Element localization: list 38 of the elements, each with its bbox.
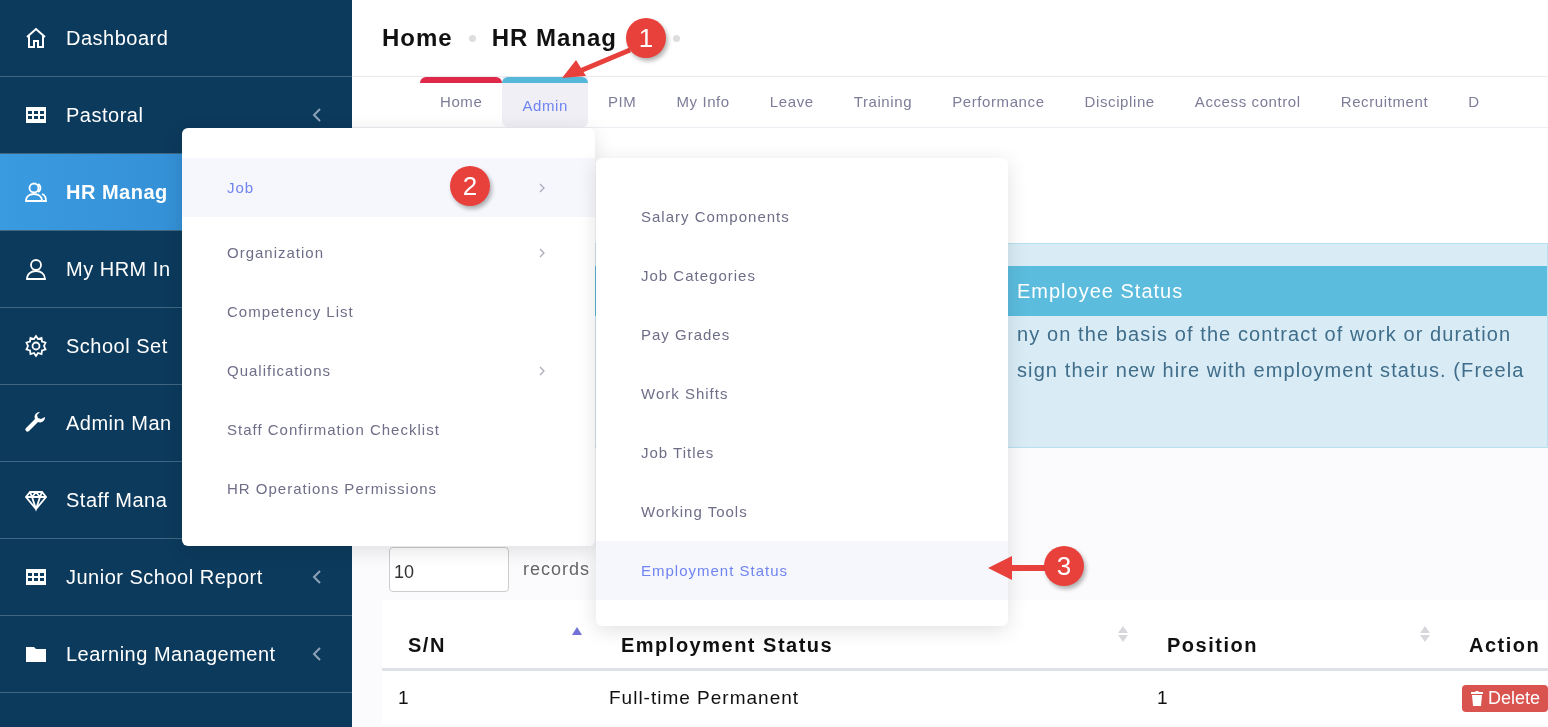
tab[interactable]: Recruitment	[1320, 77, 1449, 127]
tab[interactable]: My Info	[656, 77, 750, 127]
tab[interactable]: Training	[833, 77, 933, 127]
table-cell: Full-time Permanent	[595, 669, 1141, 725]
records-label: records	[523, 559, 591, 581]
sidebar-label: Pastoral	[66, 103, 144, 127]
column-header[interactable]: Position	[1141, 600, 1443, 670]
delete-button[interactable]: Delete	[1462, 684, 1548, 712]
breadcrumb-item[interactable]: HR Manag	[491, 24, 618, 52]
sidebar-label: Staff Mana	[66, 488, 168, 512]
sidebar-label: Dashboard	[66, 26, 169, 50]
tab[interactable]: Access control	[1174, 77, 1321, 127]
sidebar-label: Admin Man	[66, 411, 172, 435]
tab[interactable]: D	[1448, 77, 1500, 127]
tab[interactable]: Home	[420, 77, 503, 127]
tab[interactable]: PIM	[587, 77, 657, 127]
table-cell: 1	[1141, 669, 1443, 725]
sidebar-label: Junior School Report	[66, 565, 263, 589]
table-cell: 1	[382, 669, 595, 725]
records-field[interactable]: 10	[389, 547, 509, 592]
column-header[interactable]: S/N	[382, 600, 595, 670]
tab[interactable]: Leave	[749, 77, 834, 127]
sidebar-label: HR Manag	[66, 180, 168, 204]
tab[interactable]: Discipline	[1064, 77, 1175, 127]
info-text: ny on the basis of the contract of work or duration	[1017, 323, 1512, 345]
menu-item[interactable]: Employment Status	[596, 541, 1008, 600]
sidebar-label: School Set	[66, 334, 168, 358]
sidebar-label: Learning Management	[66, 642, 276, 666]
menu-item[interactable]: Salary Components	[596, 187, 1008, 246]
menu-item[interactable]: Working Tools	[596, 482, 1008, 541]
info-text: sign their new hire with employment status. (Freela	[1017, 359, 1525, 381]
column-header[interactable]: Action	[1443, 600, 1548, 670]
menu-item[interactable]: Work Shifts	[596, 364, 1008, 423]
sidebar-label: My HRM In	[66, 257, 171, 281]
tab[interactable]: Performance	[932, 77, 1065, 127]
tab[interactable]: Admin	[502, 77, 588, 127]
menu-item[interactable]: Job Titles	[596, 423, 1008, 482]
breadcrumb-item[interactable]: Home	[382, 24, 453, 52]
